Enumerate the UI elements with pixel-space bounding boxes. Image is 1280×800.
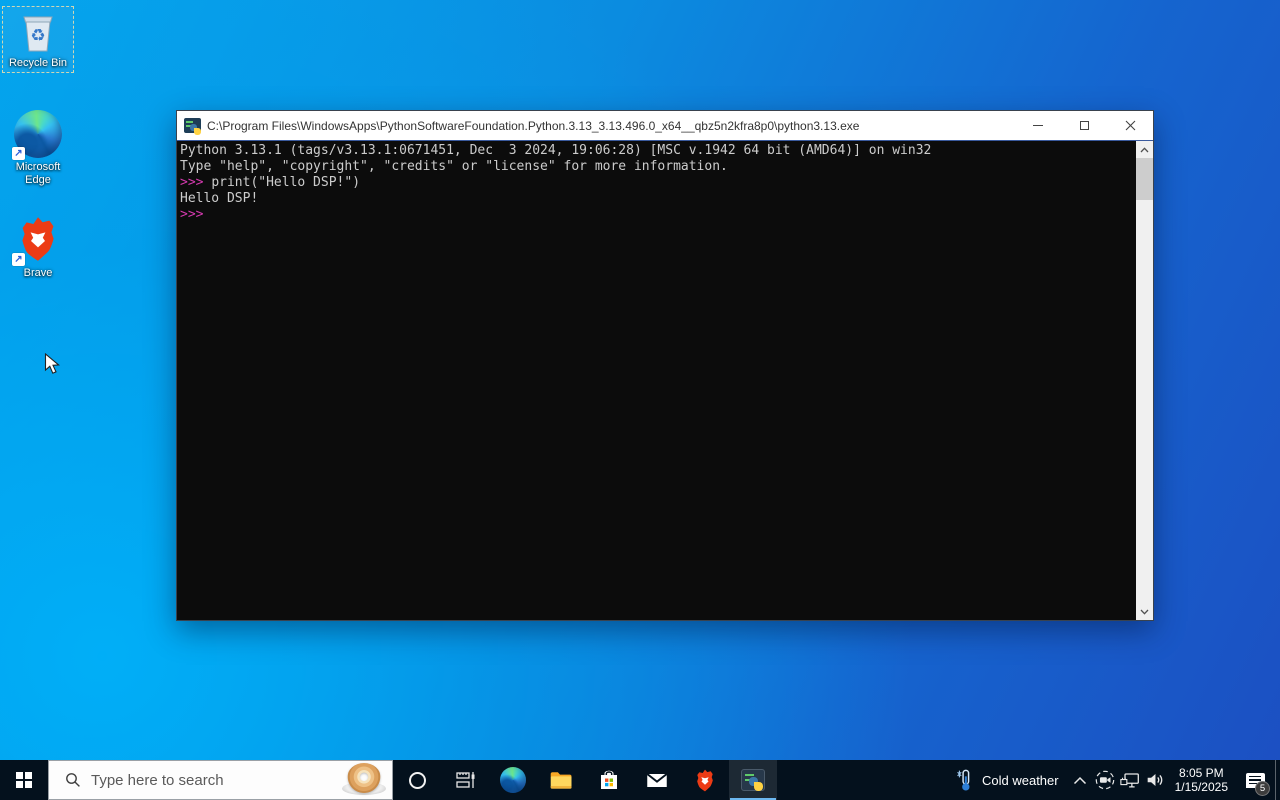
- weather-widget[interactable]: Cold weather: [947, 760, 1068, 800]
- action-center-button[interactable]: 5: [1235, 760, 1275, 800]
- microsoft-store-icon: [601, 770, 617, 789]
- taskbar-app-microsoft-store[interactable]: [585, 760, 633, 800]
- taskbar-app-python-console[interactable]: [729, 760, 777, 800]
- clock-time: 8:05 PM: [1178, 766, 1224, 780]
- search-input[interactable]: Type here to search: [91, 772, 338, 789]
- clock[interactable]: 8:05 PM 1/15/2025: [1168, 760, 1235, 800]
- taskbar-app-mail[interactable]: [633, 760, 681, 800]
- chevron-up-icon: [1140, 146, 1149, 152]
- task-view-icon: [456, 772, 475, 788]
- python-console-icon: [184, 118, 201, 135]
- desktop-icon-microsoft-edge[interactable]: ↗ Microsoft Edge: [2, 108, 74, 190]
- network-status-button[interactable]: [1118, 760, 1143, 800]
- notification-count-badge: 5: [1255, 781, 1270, 796]
- brave-icon: [697, 769, 713, 791]
- scrollbar-thumb[interactable]: [1136, 158, 1153, 200]
- chevron-down-icon: [1140, 609, 1149, 615]
- cold-weather-thermometer-icon: [957, 769, 970, 791]
- console-line: >>> print("Hello DSP!"): [180, 175, 361, 190]
- minimize-icon: [1033, 125, 1043, 126]
- speaker-icon: [1147, 774, 1163, 786]
- bing-search-highlight-donut-icon[interactable]: [338, 761, 390, 799]
- minimize-button[interactable]: [1015, 111, 1061, 140]
- console-text: Python 3.13.1 (tags/v3.13.1:0671451, Dec…: [177, 141, 1153, 223]
- taskbar-app-file-explorer[interactable]: [537, 760, 585, 800]
- recycle-bin-icon: ♻: [16, 8, 60, 54]
- scroll-down-button[interactable]: [1136, 603, 1153, 620]
- window-titlebar[interactable]: C:\Program Files\WindowsApps\PythonSoftw…: [177, 111, 1153, 141]
- task-view-button[interactable]: [441, 760, 489, 800]
- console-line: Hello DSP!: [180, 191, 259, 206]
- chevron-up-icon: [1074, 776, 1087, 784]
- close-button[interactable]: [1107, 111, 1153, 140]
- taskbar-app-brave[interactable]: [681, 760, 729, 800]
- start-button[interactable]: [0, 760, 48, 800]
- desktop-icon-recycle-bin[interactable]: ♻ Recycle Bin: [2, 6, 74, 73]
- volume-button[interactable]: [1143, 760, 1168, 800]
- taskbar-empty-space: [777, 760, 947, 800]
- weather-label: Cold weather: [982, 772, 1059, 788]
- scroll-up-button[interactable]: [1136, 141, 1153, 158]
- clock-date: 1/15/2025: [1174, 780, 1228, 794]
- python-console-icon: [741, 769, 765, 791]
- cortana-icon: [408, 771, 426, 789]
- taskbar: Type here to search Cold weather 8:05 PM…: [0, 760, 1280, 800]
- edge-icon: [500, 767, 526, 793]
- tray-overflow-button[interactable]: [1068, 760, 1093, 800]
- console-line: >>>: [180, 207, 204, 222]
- taskbar-app-edge[interactable]: [489, 760, 537, 800]
- meet-now-camera-icon: [1095, 770, 1115, 790]
- window-title: C:\Program Files\WindowsApps\PythonSoftw…: [207, 118, 860, 133]
- network-ethernet-icon: [1119, 773, 1139, 788]
- windows-logo-icon: [16, 772, 32, 788]
- console-scrollbar[interactable]: [1136, 141, 1153, 620]
- console-output[interactable]: Python 3.13.1 (tags/v3.13.1:0671451, Dec…: [177, 141, 1153, 620]
- search-icon: [66, 773, 80, 787]
- shortcut-arrow-icon: ↗: [12, 253, 25, 266]
- desktop-icon-brave[interactable]: ↗ Brave: [2, 212, 74, 283]
- search-box[interactable]: Type here to search: [48, 760, 393, 800]
- edge-icon: ↗: [12, 110, 62, 160]
- file-explorer-icon: [550, 772, 572, 789]
- maximize-icon: [1079, 121, 1089, 130]
- console-line: Python 3.13.1 (tags/v3.13.1:0671451, Dec…: [180, 143, 932, 158]
- maximize-button[interactable]: [1061, 111, 1107, 140]
- desktop-icon-label: Brave: [23, 267, 53, 279]
- brave-icon: ↗: [12, 214, 62, 266]
- desktop-icon-label: Recycle Bin: [8, 57, 68, 69]
- desktop-icon-label: Microsoft Edge: [15, 161, 61, 186]
- svg-text:♻: ♻: [30, 26, 45, 45]
- mail-icon: [646, 773, 668, 788]
- show-desktop-button[interactable]: [1275, 760, 1280, 800]
- shortcut-arrow-icon: ↗: [12, 147, 25, 160]
- console-line: Type "help", "copyright", "credits" or "…: [180, 159, 728, 174]
- mouse-cursor: [44, 353, 63, 375]
- close-icon: [1125, 120, 1135, 131]
- cortana-button[interactable]: [393, 760, 441, 800]
- python-console-window: C:\Program Files\WindowsApps\PythonSoftw…: [176, 110, 1154, 621]
- meet-now-button[interactable]: [1093, 760, 1118, 800]
